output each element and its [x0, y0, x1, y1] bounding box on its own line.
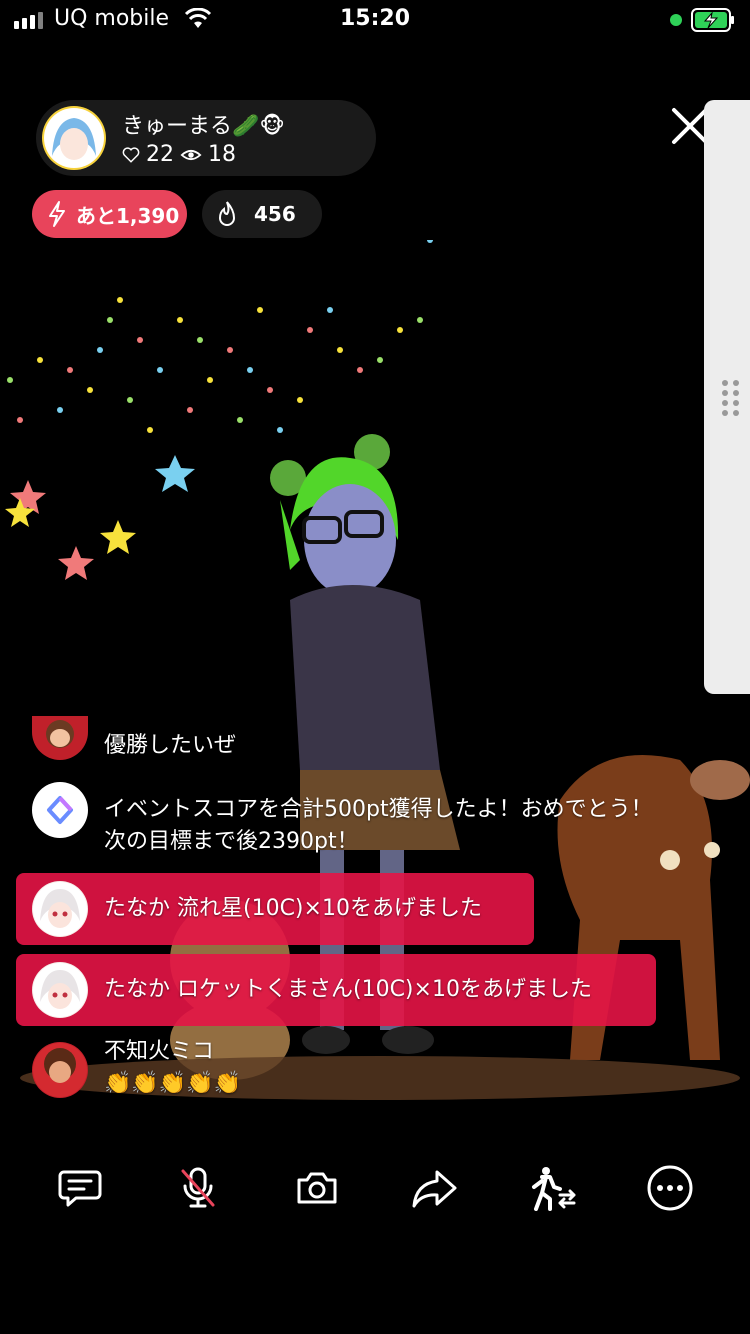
- like-count: 22: [146, 142, 174, 167]
- chat-message: 優勝したいぜ: [32, 716, 236, 762]
- mic-active-dot: [670, 14, 682, 26]
- side-drawer[interactable]: [704, 100, 750, 694]
- gift-message: たなか 流れ星(10C)×10をあげました: [16, 873, 534, 945]
- collab-button[interactable]: [526, 1162, 578, 1214]
- battery-charging-icon: [691, 8, 734, 32]
- host-profile-card[interactable]: きゅーまる🥒🐵 22 18: [36, 100, 376, 176]
- chat-avatar[interactable]: [32, 716, 88, 760]
- chat-username: 不知火ミコ: [104, 1039, 215, 1064]
- system-text: イベントスコアを合計500pt獲得したよ！おめでとう！次の目標まで後2390pt…: [104, 797, 653, 854]
- gift-text: たなか 流れ星(10C)×10をあげました: [104, 896, 482, 921]
- collab-icon: [532, 1167, 576, 1211]
- more-icon: [647, 1165, 693, 1211]
- gift-text: たなか ロケットくまさん(10C)×10をあげました: [104, 977, 592, 1002]
- status-bar: UQ mobile 15:20: [0, 0, 750, 42]
- gift-sender-avatar[interactable]: [32, 881, 88, 937]
- more-button[interactable]: [644, 1162, 696, 1214]
- lightning-icon: [49, 201, 65, 227]
- camera-button[interactable]: [291, 1162, 343, 1214]
- viewer-count: 18: [208, 142, 236, 167]
- heart-icon: [122, 146, 140, 163]
- host-stats: 22 18: [122, 142, 236, 167]
- eye-icon: [180, 149, 202, 160]
- chat-message: 不知火ミコ 👏👏👏👏👏: [32, 1039, 241, 1100]
- chat-text: 優勝したいぜ: [104, 733, 237, 758]
- drag-handle-icon[interactable]: [720, 378, 742, 418]
- comment-button[interactable]: [54, 1162, 106, 1214]
- share-button[interactable]: [408, 1162, 460, 1214]
- chat-avatar[interactable]: [32, 1042, 88, 1098]
- host-avatar[interactable]: [42, 106, 106, 170]
- remaining-points-text: あと1,390: [76, 203, 180, 228]
- event-logo-icon: [47, 796, 73, 824]
- fire-icon: [218, 201, 236, 226]
- remaining-points-badge[interactable]: あと1,390: [32, 190, 187, 238]
- chat-text: 👏👏👏👏👏: [104, 1071, 241, 1096]
- fire-score-text: 456: [254, 202, 296, 226]
- event-bot-avatar: [32, 782, 88, 838]
- clock: 15:20: [339, 6, 411, 31]
- camera-icon: [297, 1172, 337, 1204]
- share-icon: [412, 1170, 457, 1208]
- gift-sender-avatar[interactable]: [32, 962, 88, 1018]
- bottom-toolbar: [0, 1150, 750, 1226]
- mic-toggle-button[interactable]: [172, 1162, 224, 1214]
- mic-off-icon: [181, 1167, 215, 1208]
- comment-icon: [58, 1170, 102, 1207]
- host-name: きゅーまる🥒🐵: [122, 114, 285, 139]
- system-message: イベントスコアを合計500pt獲得したよ！おめでとう！次の目標まで後2390pt…: [32, 782, 664, 858]
- gift-message: たなか ロケットくまさん(10C)×10をあげました: [16, 954, 656, 1026]
- fire-score-badge[interactable]: 456: [202, 190, 322, 238]
